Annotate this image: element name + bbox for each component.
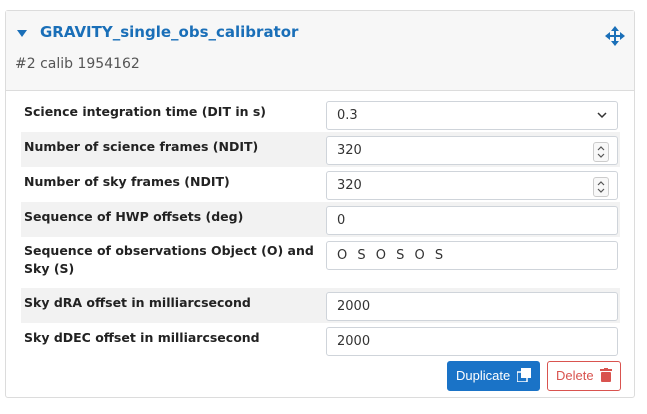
dit-select[interactable]: 0.3	[326, 101, 618, 130]
chevron-down-icon	[597, 112, 607, 119]
delete-button[interactable]: Delete	[547, 361, 621, 391]
sequence-input[interactable]: O S O S O S	[326, 241, 618, 270]
sky-ndit-input-value: 320	[337, 178, 362, 193]
hwp-input-value: 0	[337, 213, 346, 228]
field-row-ndit: Number of science frames (NDIT) 320	[21, 132, 620, 167]
delete-button-label: Delete	[556, 368, 594, 383]
move-arrows-icon[interactable]	[604, 25, 626, 47]
field-row-dit: Science integration time (DIT in s) 0.3	[21, 97, 620, 132]
template-subtitle: #2 calib 1954162	[15, 56, 140, 72]
template-panel: GRAVITY_single_obs_calibrator #2 calib 1…	[5, 10, 635, 398]
field-row-ddec: Sky dDEC offset in milliarcsecond 2000	[21, 323, 620, 358]
number-spinner-icon[interactable]	[593, 177, 609, 197]
sequence-input-value: O S O S O S	[337, 248, 447, 263]
field-row-dra: Sky dRA offset in milliarcsecond 2000	[21, 288, 620, 323]
field-label: Sequence of observations Object (O) and …	[24, 243, 314, 276]
ndit-input-value: 320	[337, 143, 362, 158]
copy-icon	[516, 368, 531, 383]
dra-input-value: 2000	[337, 299, 371, 314]
hwp-input[interactable]: 0	[326, 206, 618, 235]
panel-header: GRAVITY_single_obs_calibrator #2 calib 1…	[6, 11, 634, 91]
ddec-input-value: 2000	[337, 334, 371, 349]
field-label: Number of sky frames (NDIT)	[24, 174, 230, 189]
trash-icon	[600, 368, 613, 382]
number-spinner-icon[interactable]	[593, 142, 609, 162]
duplicate-button[interactable]: Duplicate	[447, 361, 540, 391]
field-row-sky-ndit: Number of sky frames (NDIT) 320	[21, 167, 620, 202]
field-row-sequence: Sequence of observations Object (O) and …	[21, 237, 620, 285]
sky-ndit-input[interactable]: 320	[326, 171, 618, 200]
field-label: Sky dRA offset in milliarcsecond	[24, 295, 251, 310]
dit-select-value: 0.3	[337, 108, 358, 123]
field-label: Sky dDEC offset in milliarcsecond	[24, 330, 260, 345]
template-title[interactable]: GRAVITY_single_obs_calibrator	[40, 23, 298, 41]
field-label: Sequence of HWP offsets (deg)	[24, 209, 244, 224]
field-label: Number of science frames (NDIT)	[24, 139, 259, 154]
duplicate-button-label: Duplicate	[456, 368, 511, 383]
dra-input[interactable]: 2000	[326, 292, 618, 321]
ndit-input[interactable]: 320	[326, 136, 618, 165]
ddec-input[interactable]: 2000	[326, 327, 618, 356]
field-row-hwp: Sequence of HWP offsets (deg) 0	[21, 202, 620, 237]
field-label: Science integration time (DIT in s)	[24, 104, 267, 119]
caret-down-icon[interactable]	[17, 30, 27, 37]
